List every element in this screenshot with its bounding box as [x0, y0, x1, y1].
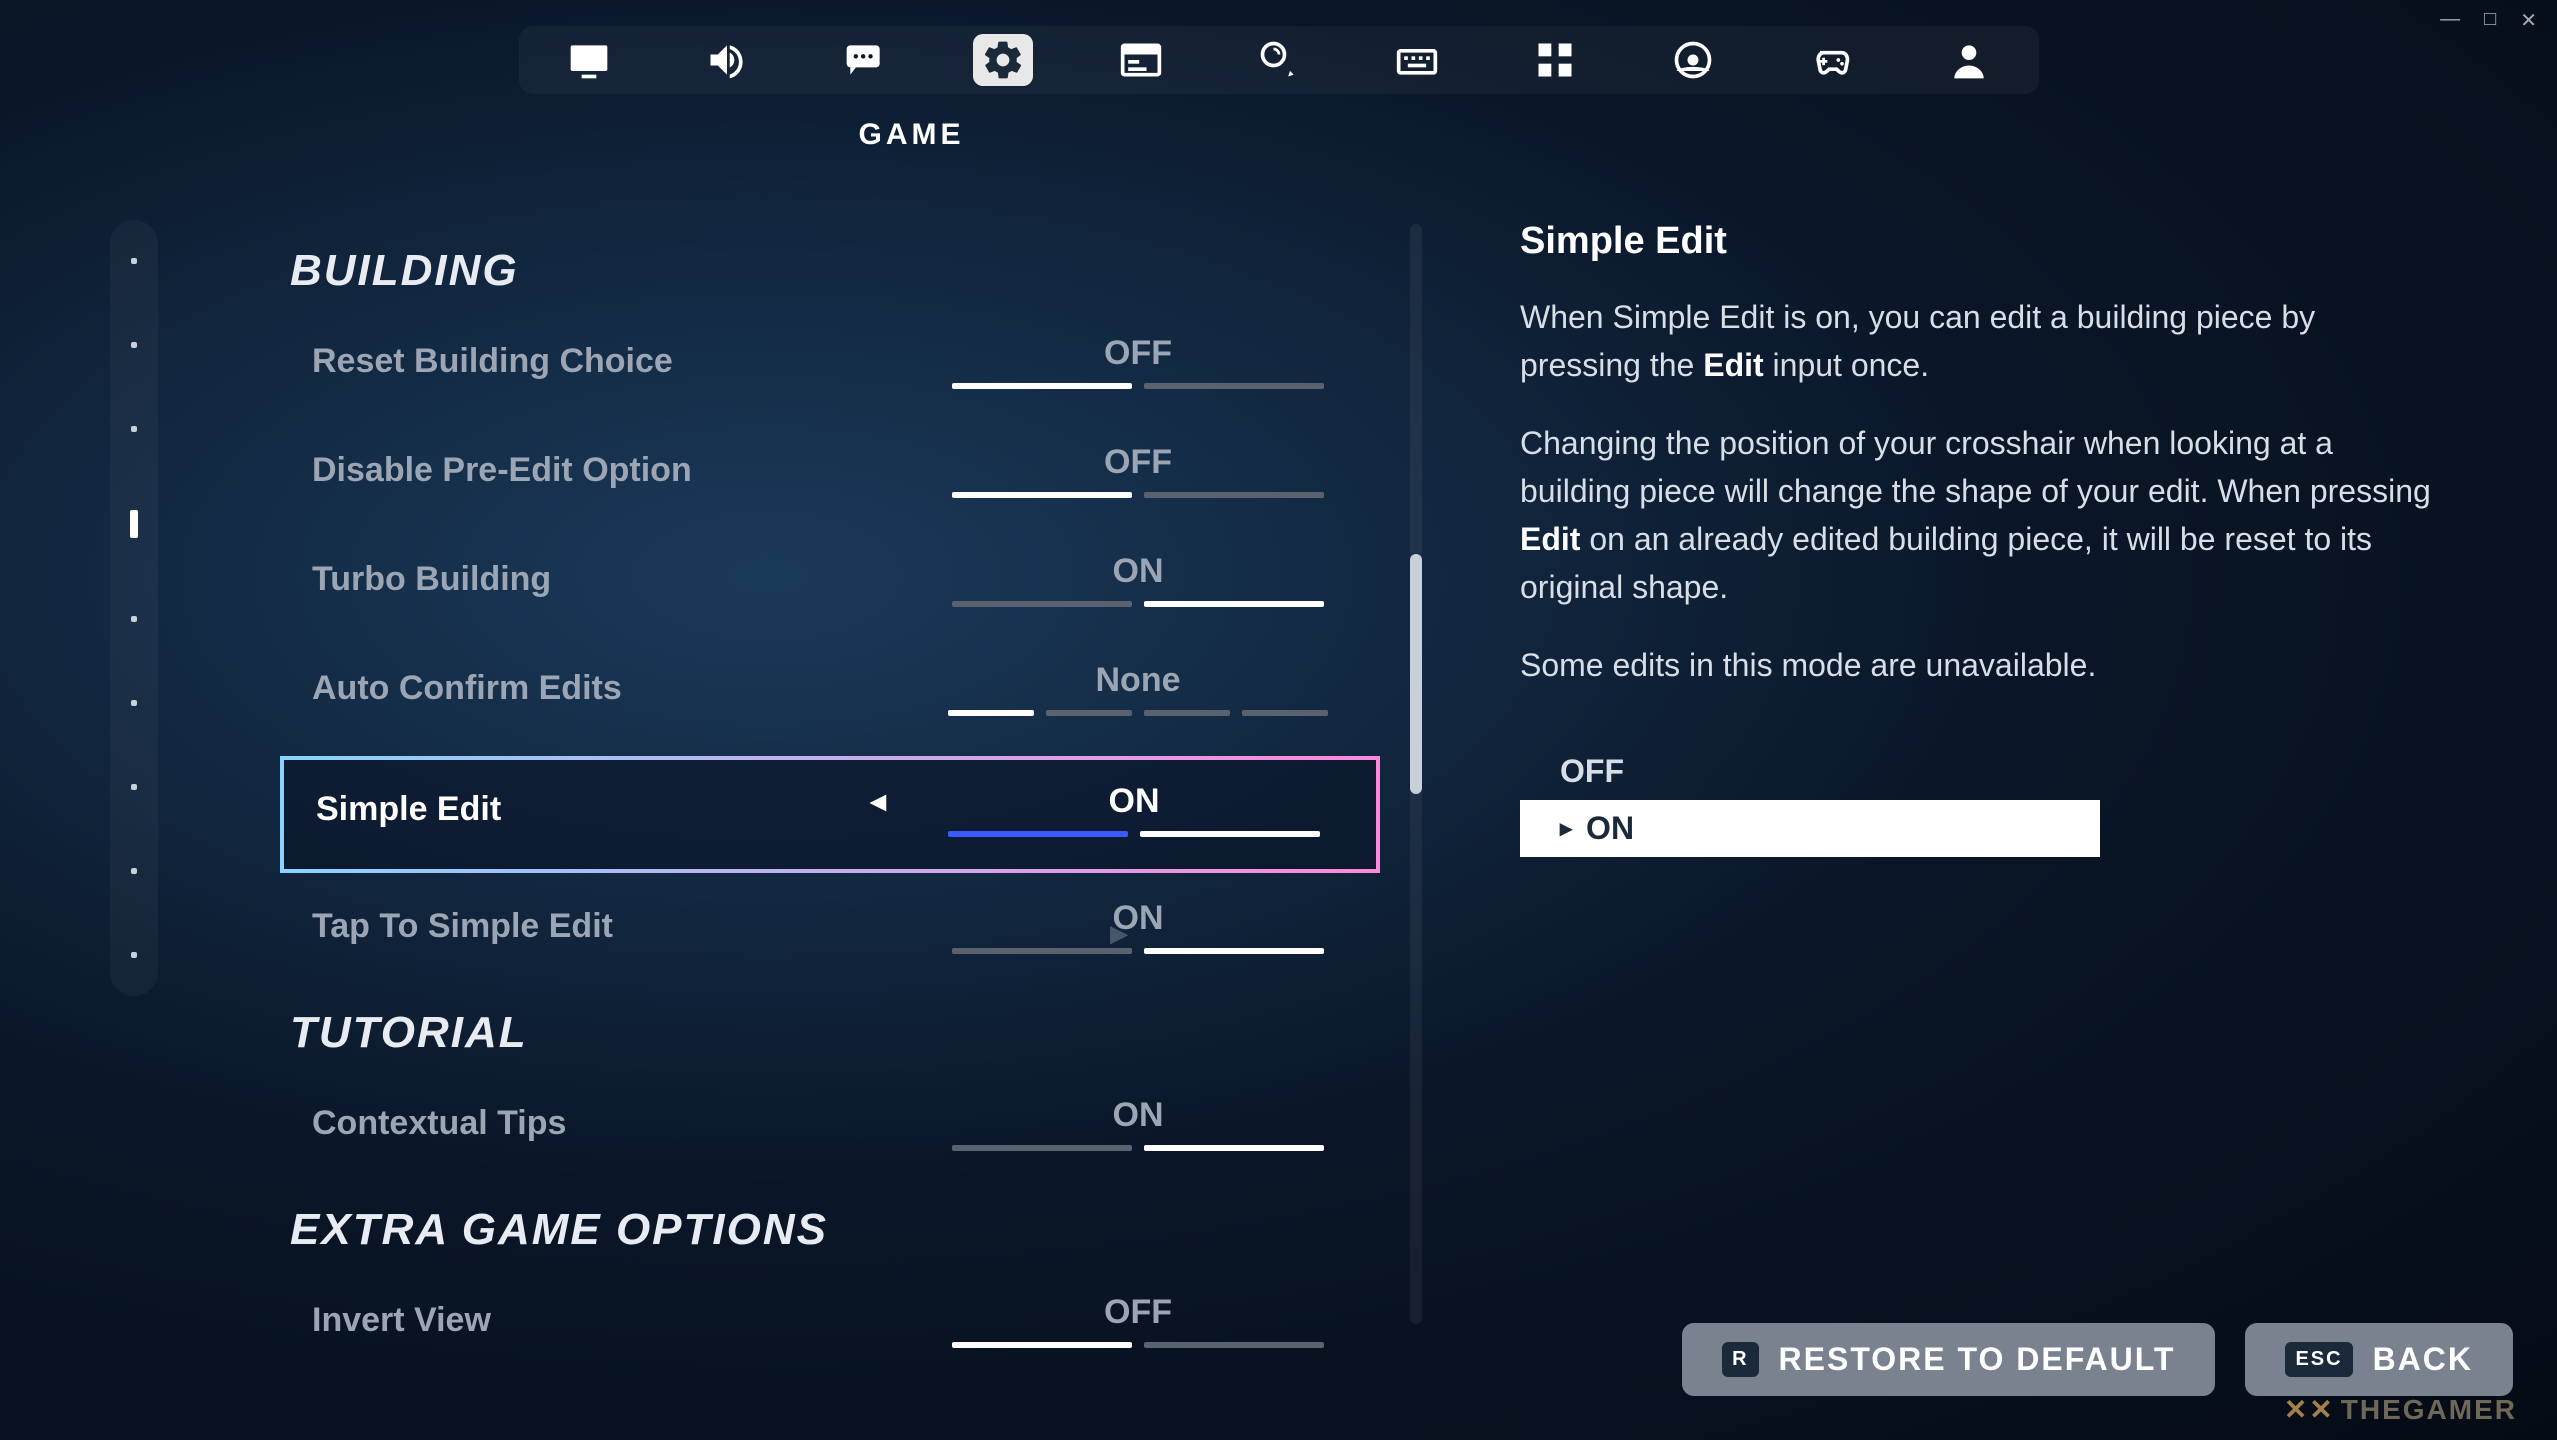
setting-label: Contextual Tips — [312, 1104, 566, 1143]
setting-label: Invert View — [312, 1301, 491, 1340]
key-hint: R — [1722, 1342, 1758, 1377]
tab-account[interactable] — [1939, 34, 1999, 86]
section-indicator — [110, 220, 158, 996]
setting-value-wrap: OFF — [928, 443, 1348, 498]
scrollbar-thumb[interactable] — [1410, 554, 1422, 794]
description-paragraph: When Simple Edit is on, you can edit a b… — [1520, 293, 2440, 389]
setting-value-wrap: ON — [928, 1096, 1348, 1151]
tab-chat[interactable] — [835, 34, 895, 86]
setting-invert-view[interactable]: Invert View OFF — [280, 1279, 1380, 1376]
option-list: OFF ON — [1520, 743, 2100, 857]
setting-value: ON — [928, 552, 1348, 591]
section-dot[interactable] — [131, 616, 137, 622]
settings-list: BUILDING Reset Building Choice OFF Disab… — [280, 220, 1380, 1380]
setting-turbo-building[interactable]: Turbo Building ON — [280, 538, 1380, 635]
setting-disable-pre-edit[interactable]: Disable Pre-Edit Option OFF — [280, 429, 1380, 526]
setting-label: Disable Pre-Edit Option — [312, 451, 692, 490]
setting-value-wrap: OFF — [928, 1293, 1348, 1348]
tab-controller-settings[interactable] — [1663, 34, 1723, 86]
section-tutorial: TUTORIAL — [290, 1008, 1370, 1058]
tab-ui[interactable] — [1111, 34, 1171, 86]
setting-value: OFF — [928, 443, 1348, 482]
arrow-left-icon[interactable]: ◄ — [864, 786, 892, 818]
setting-value-wrap: OFF — [928, 334, 1348, 389]
tab-game[interactable] — [973, 34, 1033, 86]
tab-controller[interactable] — [1801, 34, 1861, 86]
button-label: BACK — [2373, 1341, 2473, 1378]
maximize-button[interactable]: □ — [2484, 8, 2496, 33]
tab-touch[interactable] — [1249, 34, 1309, 86]
watermark: ✕✕THEGAMER — [2284, 1393, 2517, 1426]
scrollbar[interactable] — [1410, 224, 1422, 1324]
setting-value: ON — [924, 782, 1344, 821]
setting-value: ON — [928, 1096, 1348, 1135]
setting-tap-to-simple-edit[interactable]: Tap To Simple Edit ▶ ON — [280, 885, 1380, 982]
section-dot[interactable] — [131, 868, 137, 874]
option-on[interactable]: ON — [1520, 800, 2100, 857]
setting-label: Reset Building Choice — [312, 342, 673, 381]
description-paragraph: Some edits in this mode are unavailable. — [1520, 641, 2440, 689]
section-dot[interactable] — [131, 700, 137, 706]
close-button[interactable]: ✕ — [2520, 8, 2537, 33]
setting-value-wrap: ◄ ON ► — [924, 782, 1344, 837]
setting-reset-building-choice[interactable]: Reset Building Choice OFF — [280, 320, 1380, 417]
setting-label: Auto Confirm Edits — [312, 669, 622, 708]
top-nav — [519, 26, 2039, 94]
arrow-right-icon[interactable]: ► — [1376, 786, 1380, 818]
tab-audio[interactable] — [697, 34, 757, 86]
tab-grid[interactable] — [1525, 34, 1585, 86]
description-paragraph: Changing the position of your crosshair … — [1520, 419, 2440, 611]
section-dot[interactable] — [131, 784, 137, 790]
section-dot[interactable] — [131, 258, 137, 264]
back-button[interactable]: ESC BACK — [2245, 1323, 2513, 1396]
minimize-button[interactable]: — — [2440, 8, 2460, 33]
setting-value: ON — [928, 899, 1348, 938]
setting-value-wrap: ON — [928, 552, 1348, 607]
section-dot[interactable] — [131, 426, 137, 432]
setting-value: OFF — [928, 334, 1348, 373]
setting-value: None — [928, 661, 1348, 700]
setting-simple-edit[interactable]: Simple Edit ◄ ON ► — [280, 756, 1380, 873]
section-dot[interactable] — [131, 342, 137, 348]
key-hint: ESC — [2285, 1342, 2352, 1377]
setting-auto-confirm-edits[interactable]: Auto Confirm Edits None — [280, 647, 1380, 744]
restore-default-button[interactable]: R RESTORE TO DEFAULT — [1682, 1323, 2215, 1396]
tab-display[interactable] — [559, 34, 619, 86]
section-dot-active[interactable] — [130, 510, 138, 538]
description-panel: Simple Edit When Simple Edit is on, you … — [1520, 220, 2440, 857]
button-label: RESTORE TO DEFAULT — [1779, 1341, 2176, 1378]
section-extra: EXTRA GAME OPTIONS — [290, 1205, 1370, 1255]
setting-value-wrap: ON — [928, 899, 1348, 954]
setting-value-wrap: None — [928, 661, 1348, 716]
setting-label: Turbo Building — [312, 560, 551, 599]
bottom-buttons: R RESTORE TO DEFAULT ESC BACK — [1682, 1323, 2513, 1396]
setting-contextual-tips[interactable]: Contextual Tips ON — [280, 1082, 1380, 1179]
setting-value: OFF — [928, 1293, 1348, 1332]
section-building: BUILDING — [290, 246, 1370, 296]
option-off[interactable]: OFF — [1520, 743, 2100, 800]
setting-label: Tap To Simple Edit — [312, 907, 613, 946]
tab-keyboard[interactable] — [1387, 34, 1447, 86]
description-title: Simple Edit — [1520, 220, 2440, 263]
section-dot[interactable] — [131, 952, 137, 958]
active-tab-label: GAME — [859, 118, 965, 152]
setting-label: Simple Edit — [316, 790, 501, 829]
window-controls: — □ ✕ — [2440, 8, 2537, 33]
